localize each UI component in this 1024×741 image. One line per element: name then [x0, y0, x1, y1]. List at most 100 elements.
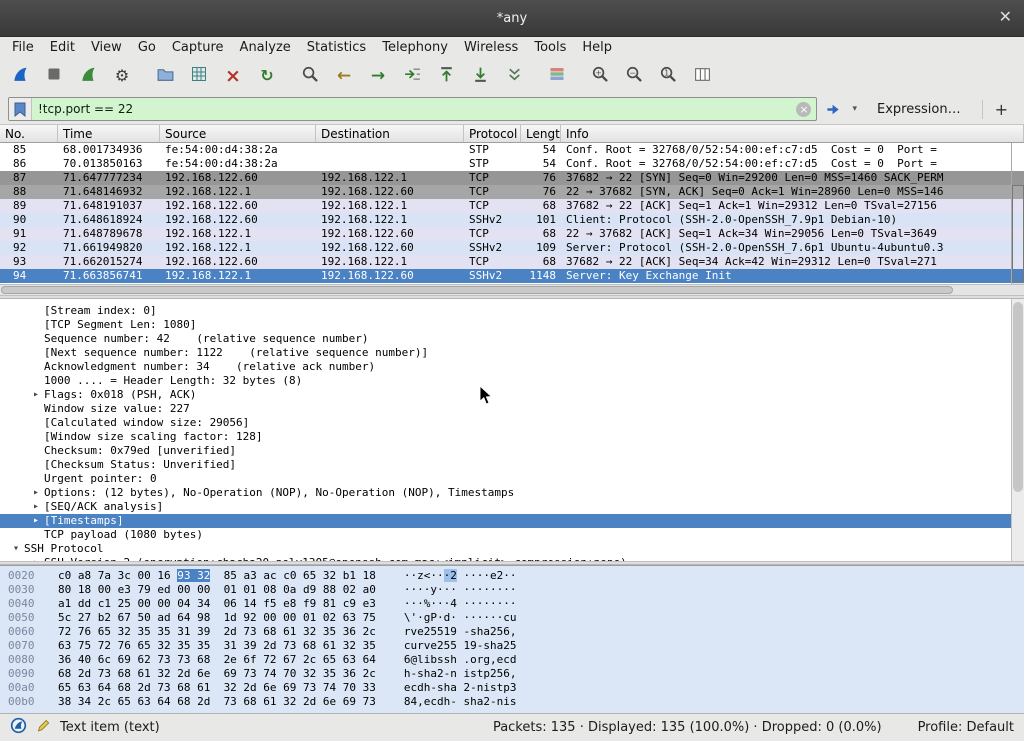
hex-row-0040[interactable]: 0040a1 dd c1 25 00 00 04 34 06 14 f5 e8 … [0, 597, 1024, 611]
hex-row-00b0[interactable]: 00b038 34 2c 65 63 64 68 2d 73 68 61 32 … [0, 695, 1024, 709]
go-to-packet-button[interactable] [400, 64, 424, 88]
details-scrollbar[interactable] [1011, 299, 1024, 561]
expander-icon[interactable]: ▸ [28, 556, 44, 561]
hex-bytes[interactable]: c0 a8 7a 3c 00 16 93 32 85 a3 ac c0 65 3… [58, 569, 376, 583]
filter-dropdown-chevron[interactable]: ▾ [849, 104, 860, 114]
hex-ascii[interactable]: rve25519 -sha256, [404, 625, 517, 639]
detail-line[interactable]: Window size value: 227 [0, 402, 1024, 416]
hex-bytes[interactable]: 72 76 65 32 35 35 31 39 2d 73 68 61 32 3… [58, 625, 376, 639]
hex-ascii[interactable]: curve255 19-sha25 [404, 639, 517, 653]
column-header-length[interactable]: Length [521, 125, 561, 142]
menu-analyze[interactable]: Analyze [232, 39, 299, 56]
hex-ascii[interactable]: 84,ecdh- sha2-nis [404, 695, 517, 709]
detail-line[interactable]: Sequence number: 42 (relative sequence n… [0, 332, 1024, 346]
hex-ascii[interactable]: 6@libssh .org,ecd [404, 653, 517, 667]
hex-bytes[interactable]: 38 34 2c 65 63 64 68 2d 73 68 61 32 2d 6… [58, 695, 376, 709]
packet-row-90[interactable]: 9071.648618924192.168.122.60192.168.122.… [0, 213, 1024, 227]
menu-help[interactable]: Help [574, 39, 620, 56]
hex-ascii[interactable]: ··z<···2 ····e2·· [404, 569, 517, 583]
hex-row-0050[interactable]: 00505c 27 b2 67 50 ad 64 98 1d 92 00 00 … [0, 611, 1024, 625]
go-first-packet-button[interactable] [434, 64, 458, 88]
detail-line[interactable]: Checksum: 0x79ed [unverified] [0, 444, 1024, 458]
menu-edit[interactable]: Edit [42, 39, 83, 56]
go-back-button[interactable]: ← [332, 64, 356, 88]
column-header-source[interactable]: Source [160, 125, 316, 142]
menu-file[interactable]: File [4, 39, 42, 56]
go-last-packet-button[interactable] [468, 64, 492, 88]
column-header-info[interactable]: Info [561, 125, 1024, 142]
detail-line[interactable]: 1000 .... = Header Length: 32 bytes (8) [0, 374, 1024, 388]
resize-columns-button[interactable] [690, 64, 714, 88]
save-file-button[interactable] [187, 64, 211, 88]
detail-line[interactable]: TCP payload (1080 bytes) [0, 528, 1024, 542]
auto-scroll-button[interactable] [502, 64, 526, 88]
hscrollbar-thumb[interactable] [1, 286, 953, 294]
hex-bytes[interactable]: a1 dd c1 25 00 00 04 34 06 14 f5 e8 f9 8… [58, 597, 376, 611]
colorize-packets-button[interactable] [545, 64, 569, 88]
hex-row-0070[interactable]: 007063 75 72 76 65 32 35 35 31 39 2d 73 … [0, 639, 1024, 653]
zoom-in-button[interactable]: + [588, 64, 612, 88]
hex-bytes[interactable]: 5c 27 b2 67 50 ad 64 98 1d 92 00 00 01 0… [58, 611, 376, 625]
menu-capture[interactable]: Capture [164, 39, 232, 56]
menu-statistics[interactable]: Statistics [299, 39, 374, 56]
packet-list-hscrollbar[interactable] [0, 284, 1024, 295]
expression-button[interactable]: Expression… [865, 102, 973, 117]
column-header-destination[interactable]: Destination [316, 125, 464, 142]
expander-icon[interactable]: ▾ [8, 542, 24, 556]
detail-line[interactable]: [Calculated window size: 29056] [0, 416, 1024, 430]
detail-line[interactable]: Urgent pointer: 0 [0, 472, 1024, 486]
packet-row-92[interactable]: 9271.661949820192.168.122.1192.168.122.6… [0, 241, 1024, 255]
start-capture-button[interactable] [8, 64, 32, 88]
hex-bytes[interactable]: 63 75 72 76 65 32 35 35 31 39 2d 73 68 6… [58, 639, 376, 653]
menu-tools[interactable]: Tools [526, 39, 574, 56]
hex-ascii[interactable]: ····y··· ········ [404, 583, 517, 597]
packet-row-89[interactable]: 8971.648191037192.168.122.60192.168.122.… [0, 199, 1024, 213]
reload-file-button[interactable]: ↻ [255, 64, 279, 88]
details-scrollbar-thumb[interactable] [1013, 302, 1023, 492]
zoom-out-button[interactable]: − [622, 64, 646, 88]
capture-options-button[interactable]: ⚙ [110, 64, 134, 88]
filter-apply-icon[interactable] [822, 97, 844, 121]
menu-go[interactable]: Go [130, 39, 164, 56]
detail-line[interactable]: [Next sequence number: 1122 (relative se… [0, 346, 1024, 360]
detail-line[interactable]: [TCP Segment Len: 1080] [0, 318, 1024, 332]
packet-row-91[interactable]: 9171.648789678192.168.122.1192.168.122.6… [0, 227, 1024, 241]
column-header-time[interactable]: Time [58, 125, 160, 142]
expander-icon[interactable]: ▸ [28, 388, 44, 402]
column-header-no[interactable]: No. [0, 125, 58, 142]
packet-row-93[interactable]: 9371.662015274192.168.122.60192.168.122.… [0, 255, 1024, 269]
filter-bookmark-icon[interactable] [9, 98, 32, 120]
hex-ascii[interactable]: ecdh-sha 2-nistp3 [404, 681, 517, 695]
expander-icon[interactable]: ▸ [28, 514, 44, 528]
find-packet-button[interactable] [298, 64, 322, 88]
detail-line[interactable]: ▾SSH Protocol [0, 542, 1024, 556]
hex-row-0090[interactable]: 009068 2d 73 68 61 32 2d 6e 69 73 74 70 … [0, 667, 1024, 681]
hex-bytes[interactable]: 68 2d 73 68 61 32 2d 6e 69 73 74 70 32 3… [58, 667, 376, 681]
hex-ascii[interactable]: h-sha2-n istp256, [404, 667, 517, 681]
wireshark-logo-icon[interactable] [10, 717, 27, 738]
detail-line[interactable]: ▸Options: (12 bytes), No-Operation (NOP)… [0, 486, 1024, 500]
hex-row-0020[interactable]: 0020c0 a8 7a 3c 00 16 93 32 85 a3 ac c0 … [0, 569, 1024, 583]
packet-row-88[interactable]: 8871.648146932192.168.122.1192.168.122.6… [0, 185, 1024, 199]
scrollbar-view-indicator[interactable] [1012, 185, 1024, 282]
detail-line[interactable]: [Stream index: 0] [0, 304, 1024, 318]
hex-row-0080[interactable]: 008036 40 6c 69 62 73 73 68 2e 6f 72 67 … [0, 653, 1024, 667]
menu-wireless[interactable]: Wireless [456, 39, 526, 56]
detail-line[interactable]: ▸[SEQ/ACK analysis] [0, 500, 1024, 514]
filter-add-button[interactable]: + [982, 100, 1016, 119]
packet-list-scrollbar[interactable] [1011, 143, 1024, 284]
packet-row-85[interactable]: 8568.001734936fe:54:00:d4:38:2aSTP54Conf… [0, 143, 1024, 157]
detail-line[interactable]: [Checksum Status: Unverified] [0, 458, 1024, 472]
edit-comment-icon[interactable] [36, 718, 51, 737]
hex-bytes[interactable]: 80 18 00 e3 79 ed 00 00 01 01 08 0a d9 8… [58, 583, 376, 597]
profile-label[interactable]: Profile: Default [918, 720, 1014, 735]
expander-icon[interactable]: ▸ [28, 500, 44, 514]
stop-capture-button[interactable] [42, 64, 66, 88]
menu-telephony[interactable]: Telephony [374, 39, 456, 56]
open-file-button[interactable] [153, 64, 177, 88]
detail-line[interactable]: ▸Flags: 0x018 (PSH, ACK) [0, 388, 1024, 402]
detail-line[interactable]: ▸[Timestamps] [0, 514, 1024, 528]
hex-ascii[interactable]: ···%···4 ········ [404, 597, 517, 611]
packet-row-87[interactable]: 8771.647777234192.168.122.60192.168.122.… [0, 171, 1024, 185]
hex-ascii[interactable]: \'·gP·d· ······cu [404, 611, 517, 625]
